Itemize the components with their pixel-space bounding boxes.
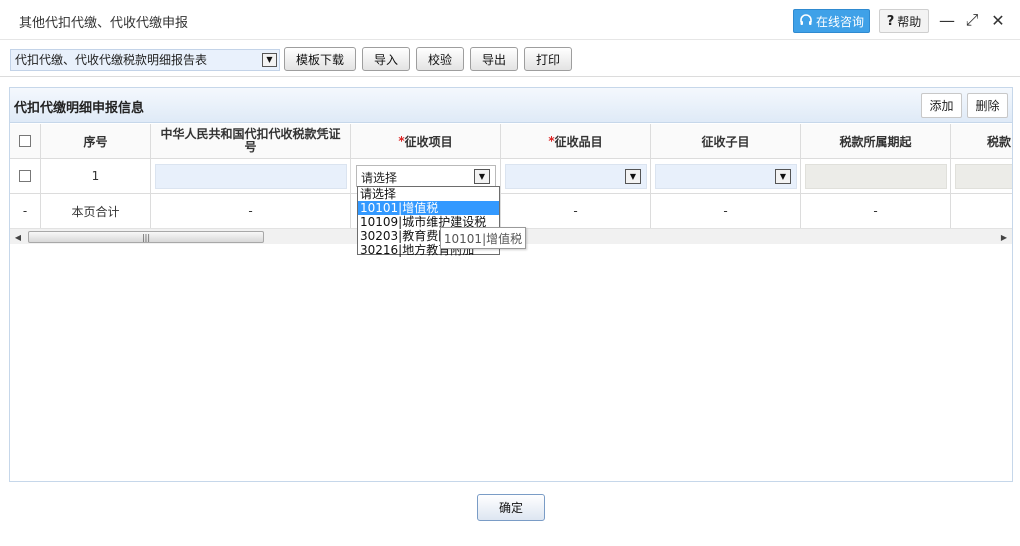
header-tax-truncated: 税款: [951, 124, 1012, 159]
total-levy-subitem-cell: -: [651, 194, 801, 229]
total-dash: -: [22, 204, 28, 218]
report-type-value: 代扣代缴、代收代缴税款明细报告表: [15, 53, 208, 67]
header-levy-category-label: 征收品目: [554, 134, 603, 149]
header-levy-item: * 征收项目: [351, 124, 501, 159]
maximize-icon[interactable]: ⤢: [962, 10, 982, 30]
row-select-cell: [10, 159, 41, 194]
close-icon[interactable]: ✕: [988, 10, 1008, 30]
select-all-checkbox[interactable]: [19, 135, 31, 147]
chevron-down-icon[interactable]: ▼: [625, 169, 641, 184]
detail-grid: 序号 中华人民共和国代扣代收税款凭证号 * 征收项目 * 征收品目 征收子目 税款所…: [10, 124, 1012, 229]
import-button[interactable]: 导入: [362, 47, 410, 71]
header-period-start: 税款所属期起: [801, 124, 951, 159]
levy-item-select[interactable]: 请选择 ▼: [356, 165, 496, 187]
header-select-all: [10, 124, 41, 159]
total-levy-category-cell: -: [501, 194, 651, 229]
print-button[interactable]: 打印: [524, 47, 572, 71]
header-levy-category: * 征收品目: [501, 124, 651, 159]
detail-panel: 代扣代缴明细申报信息 添加 删除 序号 中华人民共和国代扣代收税款凭证号 * 征收…: [9, 87, 1013, 482]
row-seq: 1: [91, 169, 100, 183]
online-consult-label: 在线咨询: [815, 14, 864, 29]
dropdown-option[interactable]: 请选择: [358, 187, 499, 201]
title-bar: 其他代扣代缴、代收代缴申报 在线咨询 ? 帮助 — ⤢ ✕: [0, 0, 1020, 40]
header-levy-subitem: 征收子目: [651, 124, 801, 159]
help-button[interactable]: ? 帮助: [879, 9, 929, 33]
help-label: 帮助: [897, 14, 922, 29]
levy-item-value: 请选择: [361, 171, 398, 185]
total-label-cell: 本页合计: [41, 194, 151, 229]
chevron-down-icon[interactable]: ▼: [775, 169, 791, 184]
online-consult-button[interactable]: 在线咨询: [793, 9, 870, 33]
header-period-start-label: 税款所属期起: [839, 134, 912, 149]
header-seq: 序号: [41, 124, 151, 159]
grip-icon: |||: [141, 232, 151, 242]
add-row-button[interactable]: 添加: [921, 93, 962, 118]
row-seq-cell: 1: [41, 159, 151, 194]
template-download-button[interactable]: 模板下载: [284, 47, 356, 71]
headset-icon: [800, 14, 812, 25]
total-dash: -: [573, 204, 578, 218]
chevron-down-icon[interactable]: ▼: [262, 53, 277, 67]
validate-button[interactable]: 校验: [416, 47, 464, 71]
total-dash: -: [873, 204, 878, 218]
header-seq-label: 序号: [83, 134, 108, 149]
minimize-icon[interactable]: —: [937, 10, 957, 30]
total-tax-cell: [951, 194, 1012, 229]
dropdown-option-highlighted[interactable]: 10101|增值税: [358, 201, 499, 215]
total-period-start-cell: -: [801, 194, 951, 229]
scroll-right-icon[interactable]: ▶: [996, 229, 1012, 245]
voucher-no-input[interactable]: [155, 164, 347, 189]
header-voucher-no: 中华人民共和国代扣代收税款凭证号: [151, 124, 351, 159]
header-voucher-no-label: 中华人民共和国代扣代收税款凭证号: [160, 127, 341, 154]
levy-subitem-select[interactable]: ▼: [655, 164, 797, 189]
toolbar: 代扣代缴、代收代缴税款明细报告表 ▼ 模板下载 导入 校验 导出 打印: [0, 41, 1020, 77]
panel-header: 代扣代缴明细申报信息 添加 删除: [10, 88, 1012, 123]
chevron-down-icon[interactable]: ▼: [474, 169, 490, 184]
tax-input: [955, 164, 1012, 189]
header-levy-subitem-label: 征收子目: [701, 134, 750, 149]
confirm-button[interactable]: 确定: [477, 494, 545, 521]
report-type-select[interactable]: 代扣代缴、代收代缴税款明细报告表 ▼: [10, 49, 280, 71]
header-tax-label: 税款: [987, 134, 1012, 149]
total-voucher-cell: -: [151, 194, 351, 229]
delete-row-button[interactable]: 删除: [967, 93, 1008, 118]
header-levy-item-label: 征收项目: [404, 134, 453, 149]
scrollbar-thumb[interactable]: |||: [28, 231, 264, 243]
total-select-cell: -: [10, 194, 41, 229]
levy-category-select[interactable]: ▼: [505, 164, 647, 189]
row-checkbox[interactable]: [19, 170, 31, 182]
total-label: 本页合计: [71, 204, 120, 219]
window-title: 其他代扣代缴、代收代缴申报: [19, 16, 189, 31]
period-start-input: [805, 164, 947, 189]
scroll-left-icon[interactable]: ◀: [10, 229, 26, 245]
question-icon: ?: [886, 13, 895, 29]
panel-title: 代扣代缴明细申报信息: [14, 101, 145, 116]
export-button[interactable]: 导出: [470, 47, 518, 71]
total-dash: -: [723, 204, 728, 218]
option-tooltip: 10101|增值税: [440, 227, 526, 249]
total-dash: -: [248, 204, 253, 218]
